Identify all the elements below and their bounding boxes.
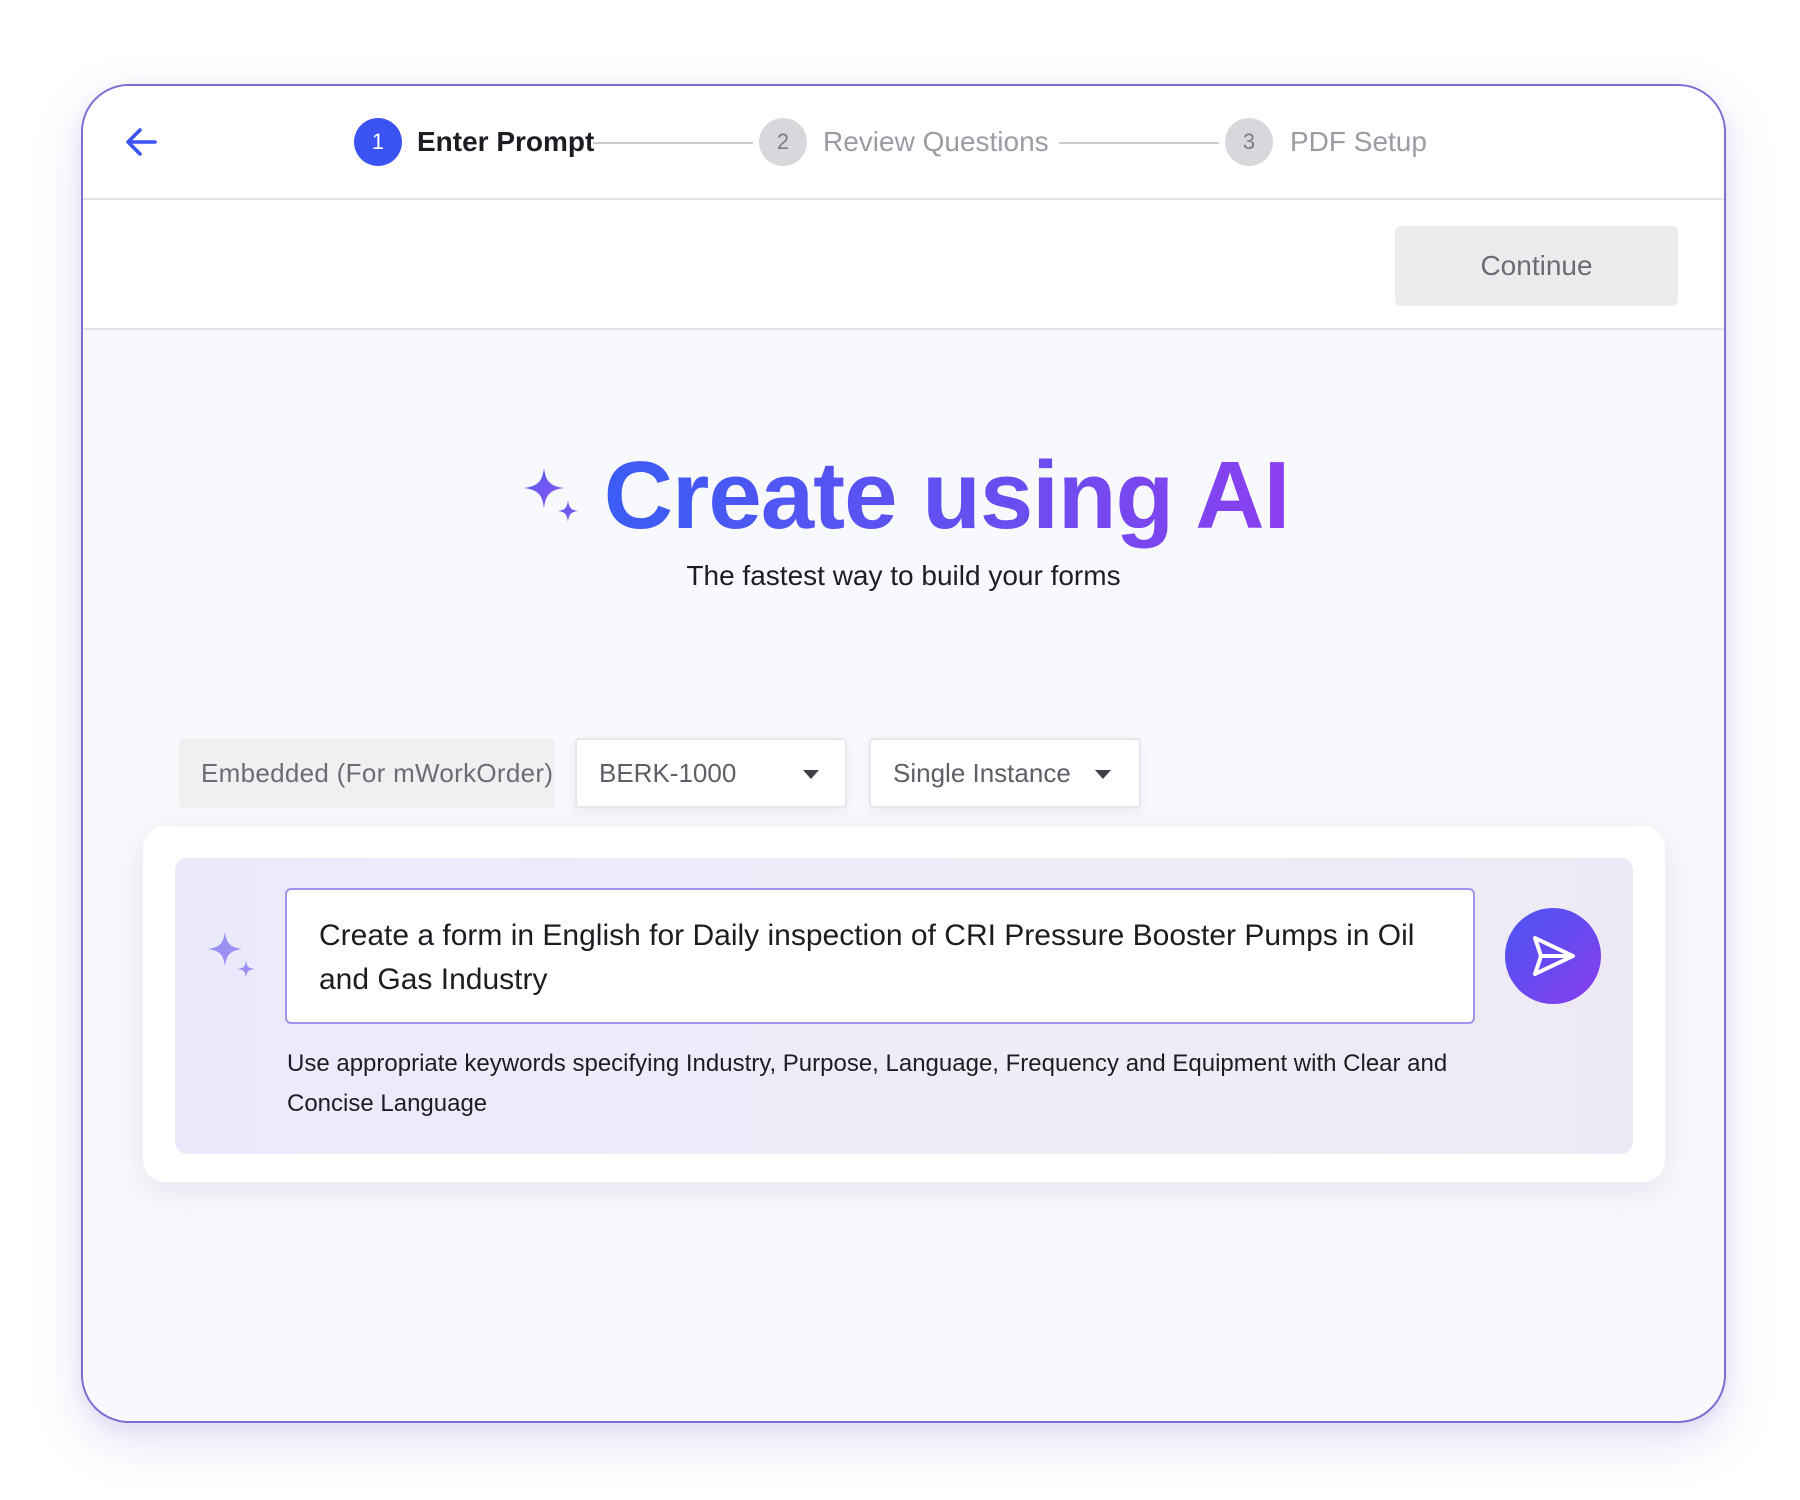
step-2-label[interactable]: Review Questions bbox=[823, 126, 1049, 158]
page-subtitle: The fastest way to build your forms bbox=[686, 560, 1121, 591]
instance-dropdown-value: Single Instance bbox=[893, 757, 1071, 788]
stepper-header: 1 Enter Prompt 2 Review Questions 3 PDF … bbox=[83, 86, 1724, 200]
hero-heading: Create using AI bbox=[83, 436, 1724, 556]
prompt-card: Create a form in English for Daily inspe… bbox=[143, 826, 1665, 1182]
step-2-indicator: 2 bbox=[759, 118, 807, 166]
asset-dropdown[interactable]: BERK-1000 bbox=[575, 738, 847, 808]
step-connector bbox=[593, 142, 753, 144]
caret-down-icon bbox=[1095, 770, 1111, 779]
send-button[interactable] bbox=[1505, 908, 1601, 1004]
continue-button[interactable]: Continue bbox=[1395, 226, 1678, 306]
caret-down-icon bbox=[803, 770, 819, 779]
instance-dropdown[interactable]: Single Instance bbox=[869, 738, 1141, 808]
page-title: Create using AI bbox=[604, 436, 1291, 556]
step-1-label[interactable]: Enter Prompt bbox=[417, 126, 594, 158]
mode-badge: Embedded (For mWorkOrder) bbox=[179, 738, 555, 808]
arrow-left-icon bbox=[126, 128, 157, 156]
asset-dropdown-value: BERK-1000 bbox=[599, 757, 737, 788]
prompt-input[interactable]: Create a form in English for Daily inspe… bbox=[285, 888, 1475, 1024]
step-connector bbox=[1059, 142, 1219, 144]
back-button[interactable] bbox=[119, 120, 163, 164]
step-3-label[interactable]: PDF Setup bbox=[1290, 126, 1427, 158]
prompt-panel: Create a form in English for Daily inspe… bbox=[175, 858, 1633, 1154]
sparkle-icon bbox=[208, 932, 255, 978]
app-window: 1 Enter Prompt 2 Review Questions 3 PDF … bbox=[81, 84, 1726, 1423]
step-1-indicator: 1 bbox=[354, 118, 402, 166]
step-3-indicator: 3 bbox=[1225, 118, 1273, 166]
prompt-helper-text: Use appropriate keywords specifying Indu… bbox=[287, 1050, 1448, 1117]
sparkle-icon bbox=[523, 468, 578, 522]
send-icon bbox=[1533, 936, 1575, 976]
action-bar: Continue bbox=[83, 200, 1724, 330]
